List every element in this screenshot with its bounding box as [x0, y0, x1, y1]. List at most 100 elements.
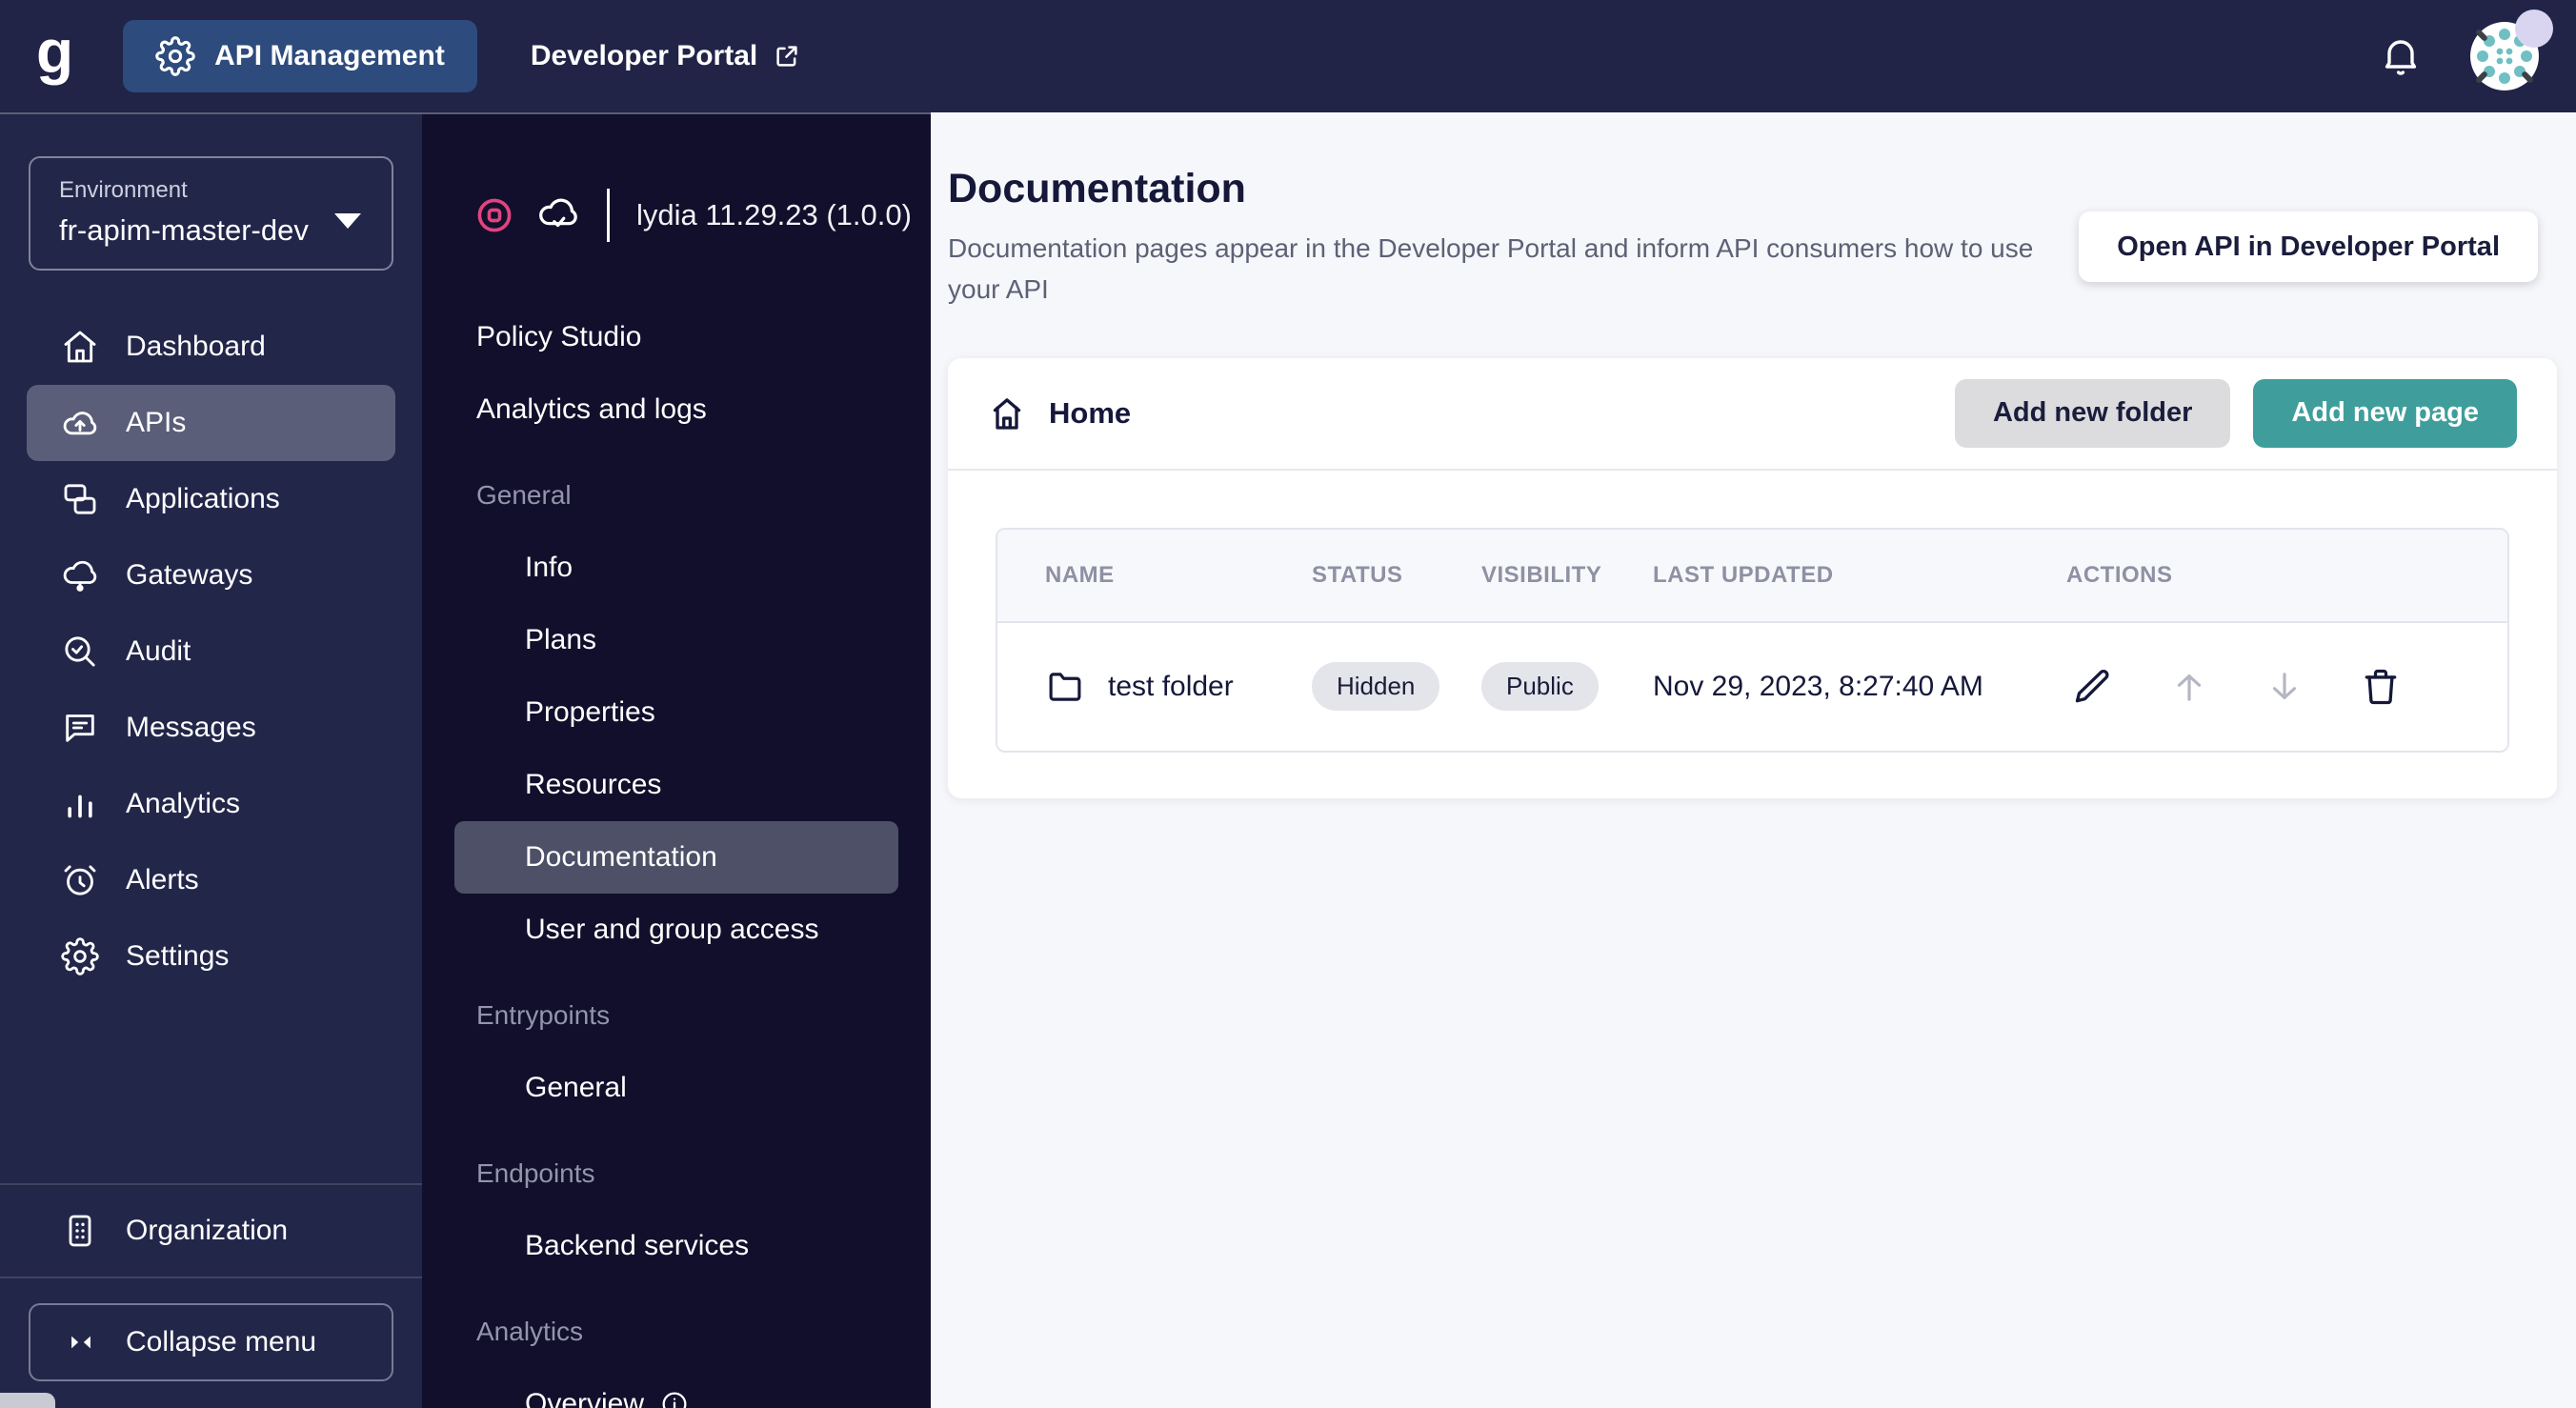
applications-icon [61, 480, 99, 518]
chevron-down-icon [334, 213, 361, 229]
environment-selector[interactable]: Environment fr-apim-master-dev [29, 156, 393, 271]
api-menu-section-general: General [476, 480, 572, 510]
organization-label: Organization [126, 1215, 289, 1246]
column-header-status: STATUS [1312, 561, 1403, 588]
collapse-menu-label: Collapse menu [126, 1326, 317, 1358]
folder-icon [1045, 667, 1085, 707]
header-divider [607, 189, 610, 242]
api-menu-item-properties[interactable]: Properties [454, 676, 898, 749]
column-header-last-updated: LAST UPDATED [1653, 561, 1834, 588]
bar-chart-icon [61, 785, 99, 823]
environment-label: Environment [59, 177, 188, 203]
environment-value: fr-apim-master-dev [59, 213, 309, 247]
sidebar-item-label: Dashboard [126, 331, 266, 362]
api-menu-section-analytics: Analytics [476, 1317, 584, 1346]
api-menu-item-plans[interactable]: Plans [454, 604, 898, 676]
page-description: Documentation pages appear in the Develo… [948, 233, 2034, 305]
breadcrumb[interactable]: Home [1049, 396, 1131, 431]
sidebar-divider [0, 1277, 422, 1278]
api-menu-section-entrypoints: Entrypoints [476, 1000, 611, 1030]
developer-portal-link[interactable]: Developer Portal [531, 40, 801, 72]
row-name[interactable]: test folder [1108, 671, 1234, 703]
external-link-icon [773, 42, 801, 70]
api-sidebar: lydia 11.29.23 (1.0.0) Policy Studio Ana… [422, 112, 931, 1408]
organization-icon [61, 1212, 99, 1250]
sidebar-item-label: Alerts [126, 864, 199, 895]
delete-trash-icon[interactable] [2360, 666, 2402, 708]
sidebar-item-audit[interactable]: Audit [27, 613, 395, 690]
table-row: test folder Hidden Public Nov 29, 2023, … [997, 622, 2507, 751]
collapse-icon [65, 1326, 97, 1358]
column-header-actions: ACTIONS [2066, 561, 2173, 588]
user-avatar[interactable] [2469, 10, 2553, 91]
top-bar: g API Management Developer Portal [0, 0, 2576, 112]
sidebar-item-dashboard[interactable]: Dashboard [27, 309, 395, 385]
status-badge: Hidden [1312, 662, 1440, 712]
cloud-check-icon [536, 193, 580, 237]
sidebar-item-label: Settings [126, 940, 230, 972]
api-menu-item-policy-studio[interactable]: Policy Studio [422, 301, 931, 373]
api-menu-section-endpoints: Endpoints [476, 1158, 595, 1188]
api-title: lydia 11.29.23 (1.0.0) [636, 198, 912, 231]
move-down-arrow-icon[interactable] [2264, 667, 2304, 707]
sidebar-item-label: Analytics [126, 788, 241, 819]
api-menu-item-info[interactable]: Info [454, 532, 898, 604]
sidebar-item-apis[interactable]: APIs [27, 385, 395, 461]
sidebar-nav: Dashboard APIs Applications Gateways Aud… [0, 309, 422, 995]
api-state-icon [473, 194, 515, 236]
api-menu-item-overview[interactable]: Overview [454, 1368, 898, 1408]
api-management-button[interactable]: API Management [123, 20, 477, 92]
api-menu-item-user-and-group-access[interactable]: User and group access [454, 894, 898, 966]
sidebar-item-applications[interactable]: Applications [27, 461, 395, 537]
add-new-folder-button[interactable]: Add new folder [1954, 378, 2231, 448]
add-new-page-button[interactable]: Add new page [2253, 378, 2517, 448]
api-header: lydia 11.29.23 (1.0.0) [422, 189, 931, 242]
sidebar-item-settings[interactable]: Settings [27, 918, 395, 995]
open-api-in-developer-portal-button[interactable]: Open API in Developer Portal [2079, 211, 2538, 282]
table-header-row: NAME STATUS VISIBILITY LAST UPDATED ACTI… [997, 529, 2507, 623]
documentation-table: NAME STATUS VISIBILITY LAST UPDATED ACTI… [996, 527, 2509, 753]
message-icon [61, 709, 99, 747]
api-nav: Policy Studio Analytics and logs General… [422, 301, 931, 1408]
row-last-updated: Nov 29, 2023, 8:27:40 AM [1653, 670, 1983, 702]
api-menu-item-analytics-and-logs[interactable]: Analytics and logs [422, 373, 931, 446]
page-title: Documentation [948, 166, 1246, 211]
notifications-bell-icon[interactable] [2378, 33, 2424, 79]
overview-label: Overview [525, 1388, 645, 1408]
search-check-icon [61, 633, 99, 671]
sidebar-item-label: APIs [126, 407, 187, 438]
api-menu-item-resources[interactable]: Resources [454, 749, 898, 821]
api-menu-item-entrypoints-general[interactable]: General [454, 1052, 898, 1124]
sidebar-item-gateways[interactable]: Gateways [27, 537, 395, 613]
sidebar-item-analytics[interactable]: Analytics [27, 766, 395, 842]
info-icon [659, 1389, 690, 1408]
sidebar-item-messages[interactable]: Messages [27, 690, 395, 766]
gear-icon [155, 36, 195, 76]
alarm-clock-icon [61, 861, 99, 899]
move-up-arrow-icon[interactable] [2169, 667, 2209, 707]
sidebar-item-alerts[interactable]: Alerts [27, 842, 395, 918]
api-menu-item-backend-services[interactable]: Backend services [454, 1210, 898, 1282]
api-management-label: API Management [214, 40, 445, 71]
avatar-status-badge [2515, 10, 2553, 48]
scrollbar-corner [0, 1393, 55, 1408]
visibility-badge: Public [1481, 662, 1599, 712]
home-breadcrumb-icon[interactable] [988, 394, 1026, 432]
sidebar-item-label: Applications [126, 483, 280, 514]
documentation-card: Home Add new folder Add new page NAME ST… [948, 357, 2557, 798]
home-icon [61, 328, 99, 366]
primary-sidebar: Environment fr-apim-master-dev Dashboard [0, 112, 422, 1408]
sidebar-item-organization[interactable]: Organization [0, 1185, 422, 1277]
sidebar-item-label: Audit [126, 635, 191, 667]
gravitee-logo[interactable]: g [36, 21, 73, 82]
cloud-upload-icon [61, 404, 99, 442]
sidebar-item-label: Messages [126, 712, 256, 743]
gear-icon [61, 937, 99, 976]
cloud-gateway-icon [61, 556, 99, 594]
api-menu-item-documentation[interactable]: Documentation [454, 821, 898, 894]
main-content: Documentation Documentation pages appear… [931, 112, 2576, 1408]
collapse-menu-button[interactable]: Collapse menu [29, 1303, 393, 1381]
developer-portal-label: Developer Portal [530, 40, 758, 71]
sidebar-item-label: Gateways [126, 559, 253, 591]
edit-pencil-icon[interactable] [2072, 666, 2114, 708]
